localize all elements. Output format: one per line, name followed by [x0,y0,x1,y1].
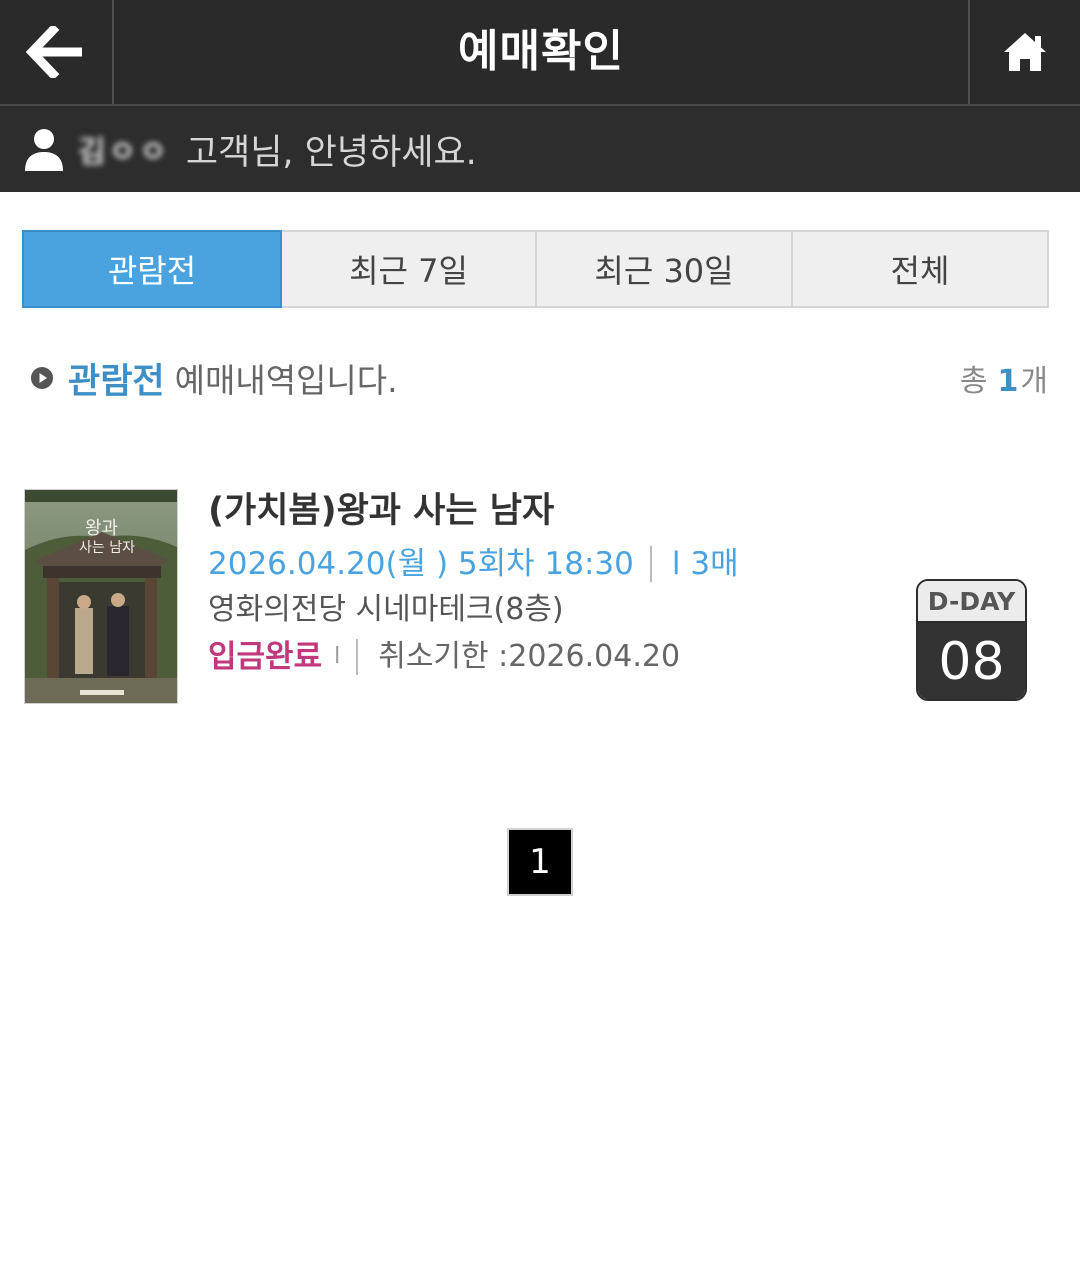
dday-value: 08 [918,623,1025,699]
greeting-text: 고객님, 안녕하세요. [185,132,477,173]
section-text: 예매내역입니다. [174,361,398,400]
section-highlight: 관람전 [68,361,165,402]
page-title: 예매확인 [458,26,624,77]
total-prefix: 총 [959,364,988,399]
status-line: 입금완료 l 취소기한 :2026.04.20 [208,636,888,678]
svg-text:왕과: 왕과 [85,518,118,539]
tab-recent-30-days[interactable]: 최근 30일 [537,230,793,308]
user-icon [25,129,63,171]
divider [356,639,359,675]
dday-label: D-DAY [918,581,1025,623]
movie-title[interactable]: (가치봄)왕과 사는 남자 [208,488,888,534]
ticket-count: l 3매 [671,546,739,582]
arrow-left-icon [26,26,82,78]
svg-text:사는 남자: 사는 남자 [79,540,135,556]
tab-recent-7-days[interactable]: 최근 7일 [282,230,537,308]
user-name: 김ㅇㅇ [78,135,170,170]
total-count: 총 1 개 [960,356,1048,400]
tab-all[interactable]: 전체 [793,230,1049,308]
section-header: 관람전 예매내역입니다. 총 1 개 [30,350,1048,406]
showtime-line: 2026.04.20(월 ) 5회차 18:30 l 3매 [208,544,888,584]
filter-tabs: 관람전 최근 7일 최근 30일 전체 [22,230,1049,308]
payment-status: 입금완료 [208,639,323,675]
total-count-value: 1 [997,364,1019,399]
user-greeting-bar: 김ㅇㅇ 고객님, 안녕하세요. [0,106,1080,192]
cancel-deadline: 취소기한 :2026.04.20 [378,639,681,674]
tab-before-viewing[interactable]: 관람전 [22,230,282,308]
home-button[interactable] [968,0,1080,104]
booking-info: (가치봄)왕과 사는 남자 2026.04.20(월 ) 5회차 18:30 l… [208,488,888,678]
page-button-current[interactable]: 1 [507,828,573,896]
showtime: 2026.04.20(월 ) 5회차 18:30 [208,546,634,582]
total-suffix: 개 [1020,364,1048,399]
movie-poster[interactable]: 왕과 사는 남자 [24,489,178,704]
venue: 영화의전당 시네마테크(8층) [208,592,564,627]
dday-badge: D-DAY 08 [916,579,1027,701]
divider [649,546,652,582]
top-bar: 예매확인 [0,0,1080,106]
poster-image: 왕과 사는 남자 [25,490,177,703]
back-button[interactable] [0,0,114,104]
status-mark: l [334,644,341,669]
home-icon [1004,33,1046,71]
play-circle-icon [31,367,53,389]
